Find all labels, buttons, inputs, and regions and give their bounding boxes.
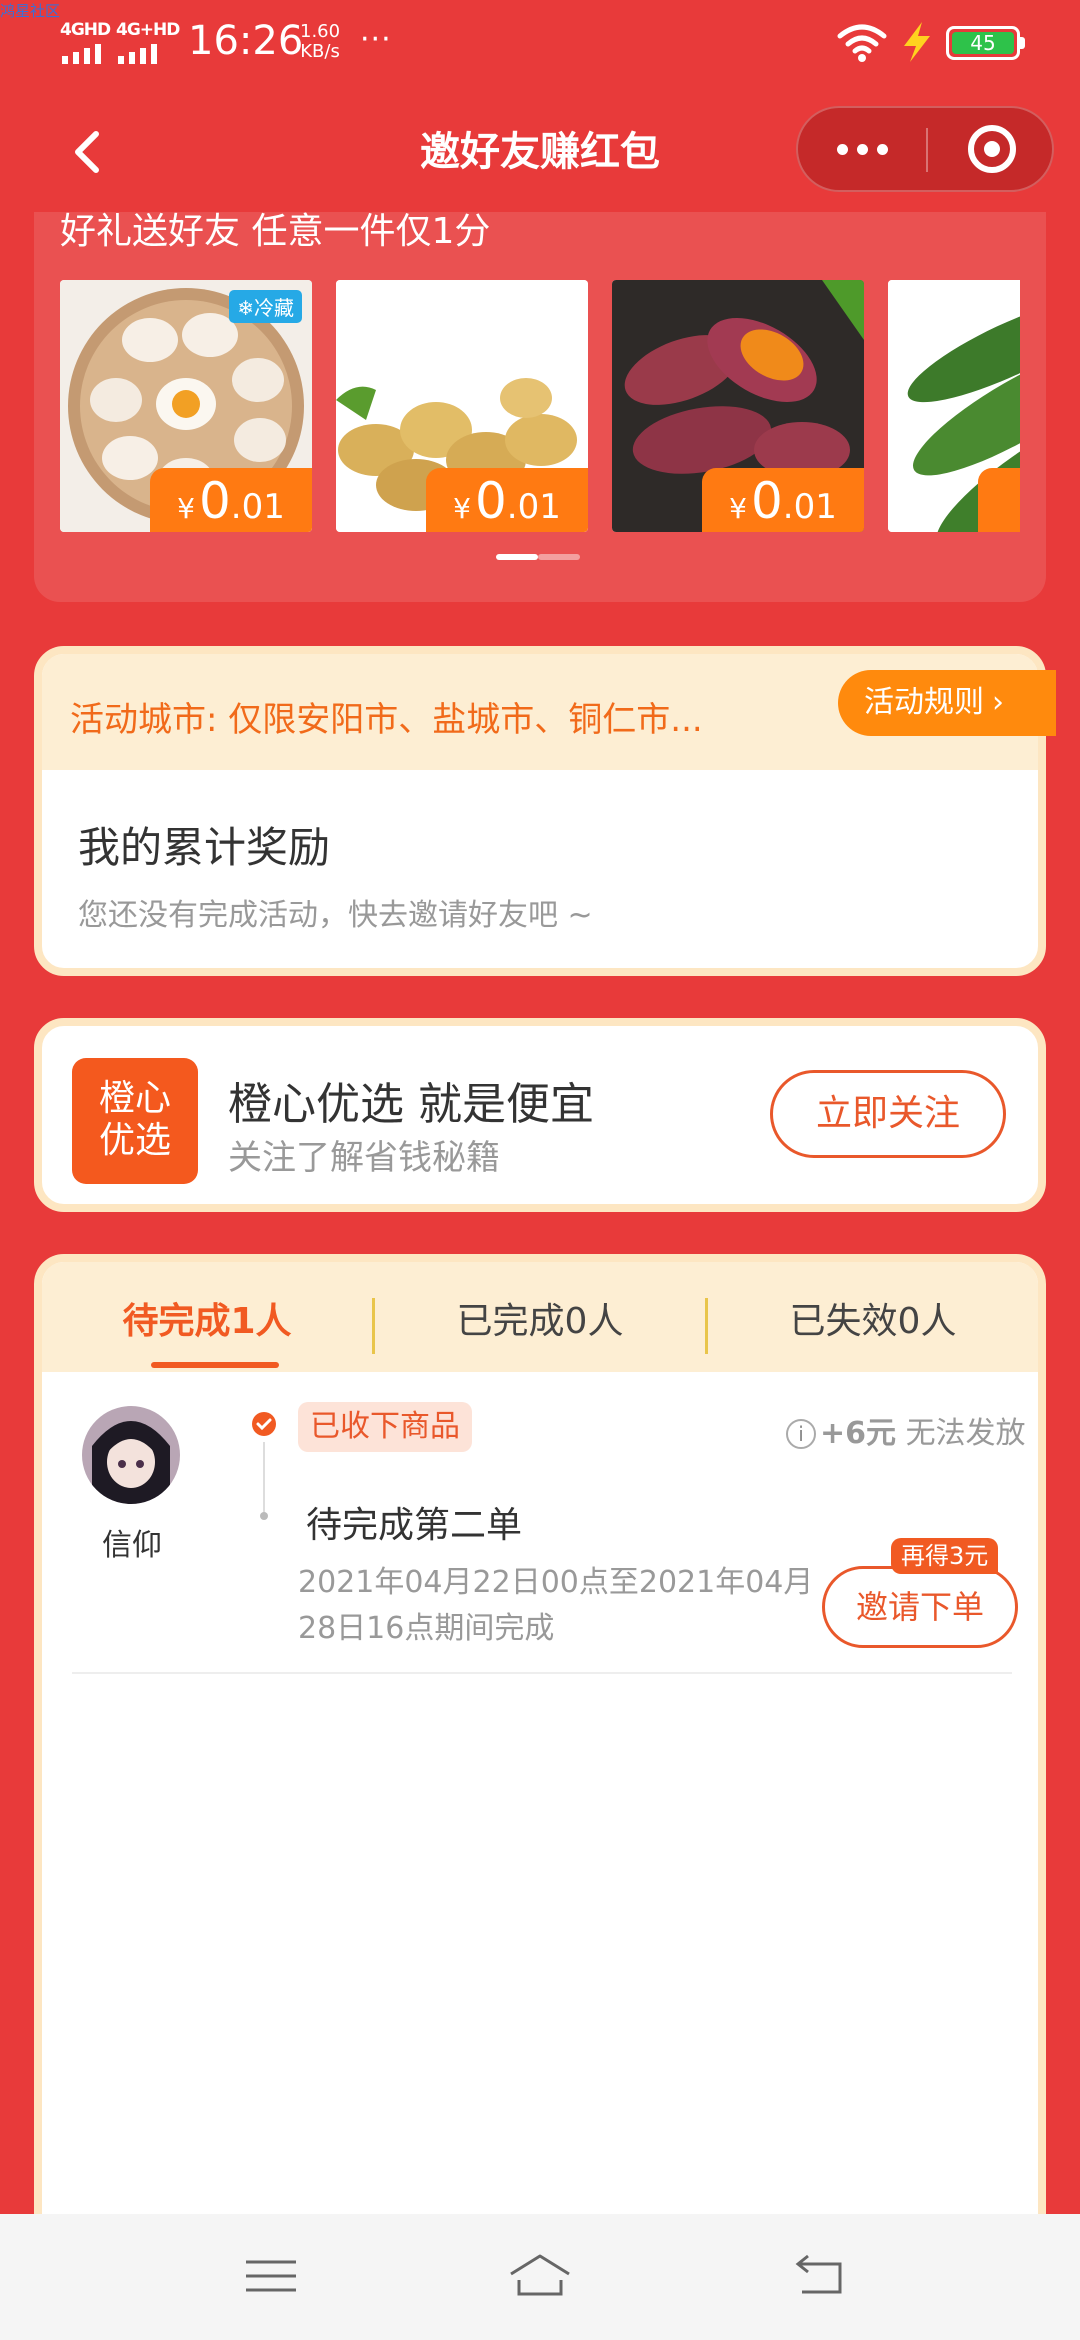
follow-title: 橙心优选 就是便宜	[228, 1079, 594, 1130]
more-dots-icon[interactable]	[798, 108, 926, 190]
tab-completed[interactable]: 已完成0人	[375, 1292, 705, 1344]
bonus-note: 无法发放	[905, 1416, 1026, 1451]
status-badge: 已收下商品	[298, 1402, 472, 1452]
extra-reward-badge: 再得3元	[891, 1538, 999, 1574]
target-icon[interactable]	[968, 125, 1016, 173]
status-tabs: 待完成1人 已完成0人 已失效0人	[42, 1262, 1038, 1372]
battery-level: 45	[952, 32, 1014, 54]
username: 信仰	[102, 1528, 162, 1563]
reward-title: 我的累计奖励	[78, 823, 331, 872]
brand-logo: 橙心 优选	[72, 1058, 198, 1184]
cold-storage-tag: ❄冷藏	[229, 290, 302, 323]
tab-pending[interactable]: 待完成1人	[42, 1292, 372, 1344]
activity-cities: 活动城市: 仅限安阳市、盐城市、铜仁市...	[70, 700, 703, 740]
follow-button[interactable]: 立即关注	[770, 1070, 1006, 1158]
signal-2-icon: 4G+HD	[116, 20, 182, 64]
speed-unit: KB/s	[300, 41, 340, 62]
order-deadline: 2021年04月22日00点至2021年04月28日16点期间完成	[298, 1565, 814, 1646]
product-price: ¥0.01	[150, 468, 312, 532]
menu-icon[interactable]	[236, 2244, 306, 2308]
follow-subtitle: 关注了解省钱秘籍	[228, 1138, 500, 1178]
avatar	[82, 1406, 180, 1504]
follow-card: 橙心 优选 橙心优选 就是便宜 关注了解省钱秘籍 立即关注	[34, 1018, 1046, 1212]
carousel-indicator	[496, 554, 580, 560]
product-price: ¥0.01	[426, 468, 588, 532]
clock: 16:26	[188, 18, 304, 64]
tab-expired[interactable]: 已失效0人	[708, 1292, 1038, 1344]
product-card-eggs[interactable]: ❄冷藏 ¥0.01	[60, 280, 312, 532]
check-icon	[252, 1412, 276, 1436]
bonus-info[interactable]: i +6元 无法发放	[786, 1408, 1026, 1452]
invite-order-button[interactable]: 邀请下单	[822, 1566, 1018, 1648]
reward-subtitle: 您还没有完成活动，快去邀请好友吧 ~	[78, 898, 593, 933]
promo-panel: 好礼送好友 任意一件仅1分 ❄冷藏 ¥0.01 ¥0.01 ¥0.01	[34, 212, 1046, 602]
product-price: ¥	[978, 468, 1020, 532]
order-title: 待完成第二单	[306, 1505, 523, 1546]
capsule-divider	[926, 128, 928, 172]
bonus-amount: +6元	[820, 1416, 897, 1451]
wifi-icon	[837, 24, 887, 62]
product-card-cucumbers[interactable]: ¥	[888, 280, 1020, 532]
more-notifications-icon: ···	[360, 22, 392, 57]
battery-icon: 45	[946, 26, 1025, 60]
timeline-node	[260, 1512, 268, 1520]
speed-value: 1.60	[300, 21, 341, 42]
activity-rules-button[interactable]: 活动规则 ›	[838, 670, 1056, 736]
list-item: 信仰 已收下商品 i +6元 无法发放 待完成第二单 2021年04月22日00点…	[42, 1372, 1038, 1682]
mini-program-capsule	[796, 106, 1054, 192]
signal-1-icon: 4GHD	[60, 20, 116, 64]
charging-icon	[904, 22, 930, 62]
invite-list-card: 待完成1人 已完成0人 已失效0人 信仰 已收下商品 i +6元 无法发放 待完成…	[34, 1254, 1046, 2340]
chevron-right-icon: ›	[992, 685, 1004, 720]
product-card-sweet-potatoes[interactable]: ¥0.01	[612, 280, 864, 532]
system-navigation-bar	[0, 2214, 1080, 2340]
promo-title: 好礼送好友 任意一件仅1分	[60, 212, 491, 252]
rules-label: 活动规则	[864, 685, 984, 720]
back-icon[interactable]	[786, 2244, 856, 2308]
active-tab-indicator	[151, 1362, 279, 1368]
timeline-line	[263, 1442, 265, 1518]
product-card-potatoes[interactable]: ¥0.01	[336, 280, 588, 532]
info-icon[interactable]: i	[786, 1419, 816, 1449]
row-divider	[72, 1672, 1012, 1674]
home-icon[interactable]	[505, 2244, 575, 2308]
status-bar: 4GHD 4G+HD 16:26 1.60 KB/s ··· 45	[0, 0, 1080, 90]
product-carousel[interactable]: ❄冷藏 ¥0.01 ¥0.01 ¥0.01	[60, 280, 1020, 532]
product-price: ¥0.01	[702, 468, 864, 532]
network-speed: 1.60 KB/s	[300, 22, 340, 62]
